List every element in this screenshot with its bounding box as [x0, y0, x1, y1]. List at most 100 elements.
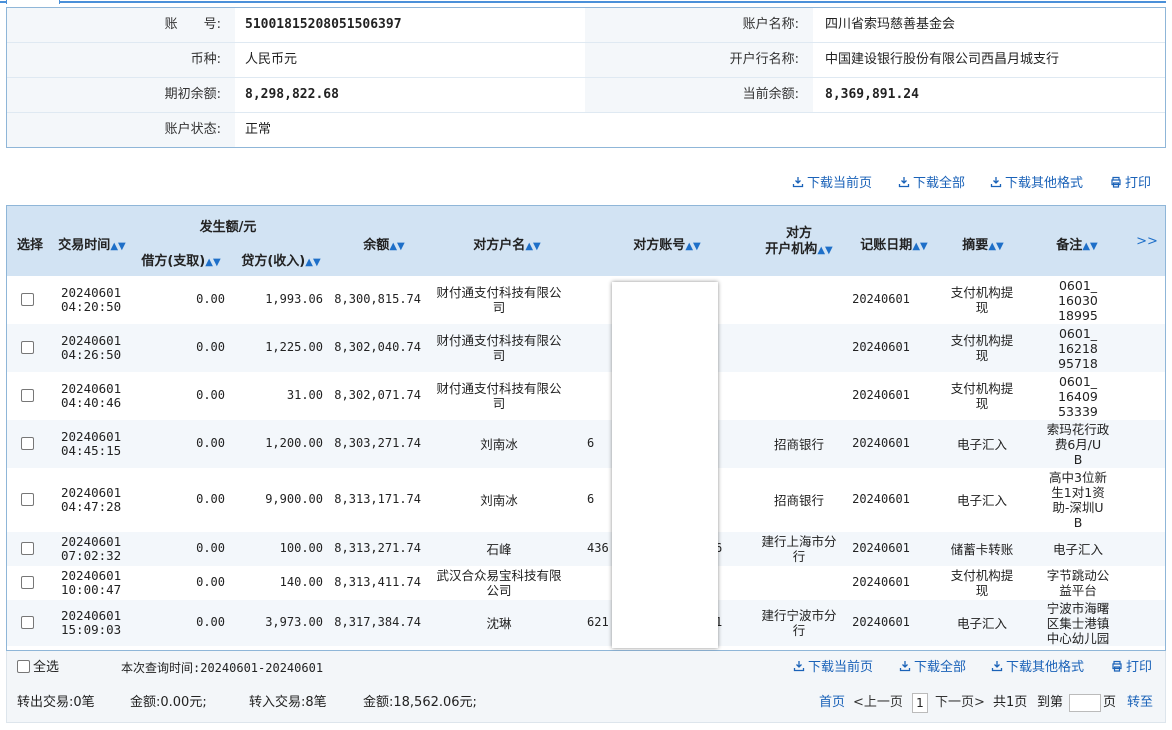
row-balance: 8,302,071.74 [334, 388, 421, 402]
table-row[interactable]: 20240601 04:40:46 0.00 31.00 8,302,071.74 财付通… [7, 372, 1165, 420]
sort-icon: ▲▼ [305, 257, 321, 268]
row-party-bank: 招商银行 [751, 437, 847, 452]
download-other-label: 下载其他格式 [1006, 660, 1085, 675]
row-party-name: 财付通支付科技有限公司 [429, 333, 569, 363]
row-balance: 8,302,040.74 [334, 340, 421, 354]
download-icon [990, 177, 1002, 188]
table-row[interactable]: 20240601 04:45:15 0.00 1,200.00 8,303,271.74… [7, 420, 1165, 468]
download-all-link[interactable]: 下载全部 [899, 658, 966, 678]
row-clock: 04:40:46 [61, 395, 122, 410]
row-remark-line: 宁波市海曙 [1046, 600, 1110, 616]
select-all[interactable]: 全选 [17, 658, 59, 678]
table-row[interactable]: 20240601 04:20:50 0.00 1,993.06 8,300,815.74… [7, 276, 1165, 324]
row-credit: 1,200.00 [265, 436, 323, 450]
row-party-bank: 建行上海市分行 [751, 534, 847, 564]
sort-icon: ▲▼ [389, 241, 405, 252]
row-party-bank-line: 行 [792, 549, 806, 564]
header-party-name-label: 对方户名 [473, 238, 526, 253]
goto-page-input[interactable] [1069, 694, 1101, 712]
row-summary-line: 支付机构提 [950, 381, 1014, 396]
row-remark-line: 16218 [1058, 340, 1098, 356]
download-other-link[interactable]: 下载其他格式 [990, 174, 1083, 194]
row-credit: 1,993.06 [265, 292, 323, 306]
download-icon [898, 177, 910, 188]
row-time: 20240601 04:40:46 [61, 382, 131, 410]
row-checkbox[interactable] [21, 616, 34, 629]
row-checkbox[interactable] [21, 493, 34, 506]
first-page-link[interactable]: 首页 [819, 693, 845, 713]
row-summary-line: 电子汇入 [956, 615, 1007, 631]
row-checkbox[interactable] [21, 389, 34, 402]
download-page-link[interactable]: 下载当前页 [793, 658, 873, 678]
table-row[interactable]: 20240601 10:00:47 0.00 140.00 8,313,411.74 武汉… [7, 566, 1165, 600]
more-columns-button[interactable]: >> [1135, 234, 1159, 249]
redaction-overlay [612, 282, 718, 648]
row-credit: 100.00 [279, 541, 323, 555]
row-summary-line: 电子汇入 [956, 492, 1007, 508]
row-balance: 8,300,815.74 [334, 292, 421, 306]
row-balance: 8,313,171.74 [334, 492, 421, 506]
row-remark-line: 索玛花行政 [1046, 421, 1110, 437]
download-other-label: 下载其他格式 [1005, 176, 1084, 191]
row-checkbox[interactable] [21, 293, 34, 306]
row-time: 20240601 04:26:50 [61, 334, 131, 362]
download-all-link[interactable]: 下载全部 [898, 174, 965, 194]
row-party-name-line: 司 [492, 396, 506, 411]
row-remark-line: 53339 [1058, 403, 1098, 419]
header-credit[interactable]: 贷方(收入)▲▼ [235, 250, 327, 269]
row-party-bank-line: 招商银行 [773, 492, 824, 508]
table-row[interactable]: 20240601 04:26:50 0.00 1,225.00 8,302,040.74… [7, 324, 1165, 372]
download-icon [899, 661, 911, 672]
row-checkbox[interactable] [21, 576, 34, 589]
download-page-label: 下载当前页 [808, 660, 874, 675]
header-credit-label: 贷方(收入) [241, 254, 306, 269]
select-all-checkbox[interactable] [17, 660, 30, 673]
sort-icon: ▲▼ [525, 241, 541, 252]
row-remark-line: 生1对1资 [1051, 485, 1105, 500]
row-date: 20240601 [61, 485, 122, 500]
row-remark-line: 0601_ [1058, 277, 1098, 293]
download-other-link[interactable]: 下载其他格式 [991, 658, 1084, 678]
header-balance[interactable]: 余额▲▼ [343, 234, 425, 253]
header-party-account-label: 对方账号 [633, 238, 686, 253]
header-balance-label: 余额 [363, 238, 390, 253]
print-label: 打印 [1126, 660, 1153, 675]
header-post-date[interactable]: 记账日期▲▼ [851, 234, 937, 253]
row-party-bank: 建行宁波市分行 [751, 608, 847, 638]
header-debit[interactable]: 借方(支取)▲▼ [135, 250, 227, 269]
row-checkbox[interactable] [21, 437, 34, 450]
header-time[interactable]: 交易时间▲▼ [53, 234, 131, 253]
prev-page-link[interactable]: <上一页 [853, 693, 903, 713]
active-tab[interactable] [6, 0, 60, 4]
download-page-link[interactable]: 下载当前页 [792, 174, 872, 194]
table-header: 选择 交易时间▲▼ 发生额/元 借方(支取)▲▼ 贷方(收入)▲▼ 余额▲▼ 对… [7, 206, 1165, 276]
goto-suffix: 页 [1103, 695, 1117, 710]
row-remark: 0601_ 16030 18995 [1037, 278, 1119, 323]
header-party-name[interactable]: 对方户名▲▼ [447, 234, 567, 253]
goto-button[interactable]: 转至 [1127, 693, 1153, 713]
sort-icon: ▲▼ [110, 241, 126, 252]
row-checkbox[interactable] [21, 341, 34, 354]
row-clock: 04:47:28 [61, 499, 122, 514]
row-checkbox[interactable] [21, 542, 34, 555]
print-link[interactable]: 打印 [1111, 658, 1152, 678]
row-summary-line: 支付机构提 [950, 333, 1014, 348]
header-party-bank[interactable]: 对方 开户机构▲▼ [747, 226, 851, 259]
table-row[interactable]: 20240601 07:02:32 0.00 100.00 8,313,271.74 石峰… [7, 532, 1165, 566]
currency-value: 人民币元 [245, 52, 298, 67]
next-page-link[interactable]: 下一页> [935, 693, 985, 713]
row-remark-line: 0601_ [1058, 325, 1098, 341]
row-clock: 15:09:03 [61, 622, 122, 637]
header-remark[interactable]: 备注▲▼ [1037, 234, 1117, 253]
table-row[interactable]: 20240601 04:47:28 0.00 9,900.00 8,313,171.74… [7, 468, 1165, 532]
header-party-account[interactable]: 对方账号▲▼ [607, 234, 727, 253]
row-summary: 支付机构提现 [939, 381, 1025, 411]
print-link[interactable]: 打印 [1110, 174, 1151, 194]
account-status: 正常 [245, 122, 272, 137]
row-clock: 07:02:32 [61, 548, 122, 563]
row-date: 20240601 [61, 333, 122, 348]
select-all-label: 全选 [33, 660, 60, 675]
header-summary[interactable]: 摘要▲▼ [943, 234, 1023, 253]
table-row[interactable]: 20240601 15:09:03 0.00 3,973.00 8,317,384.74… [7, 600, 1165, 646]
row-post-date: 20240601 [852, 292, 910, 306]
